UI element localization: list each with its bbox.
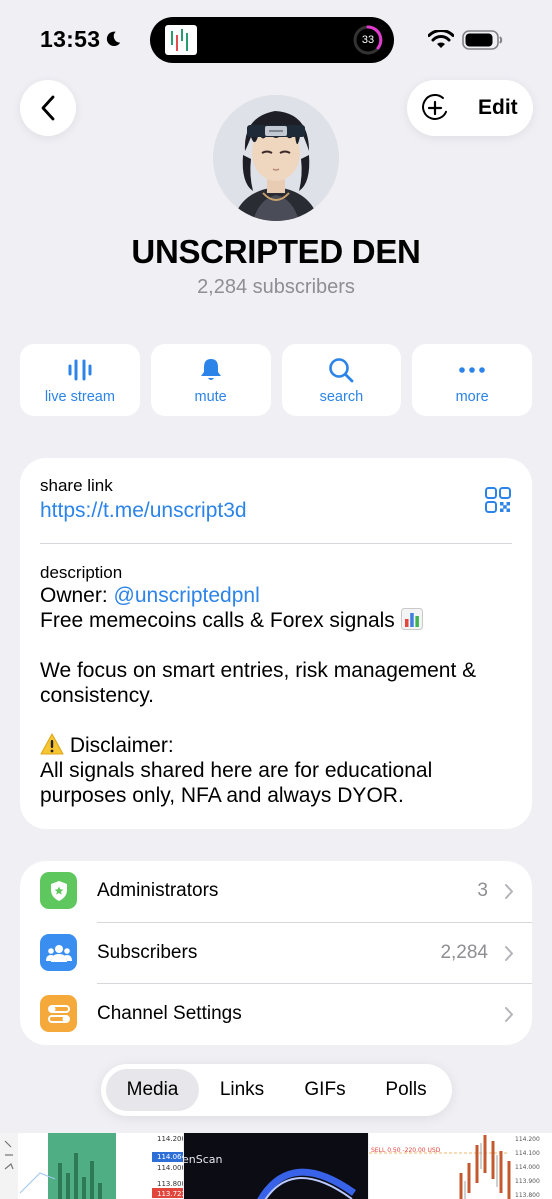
disclaimer-text: All signals shared here are for educatio…	[40, 759, 433, 807]
action-bar: live stream mute search more	[20, 344, 532, 416]
live-stream-icon	[68, 359, 92, 381]
price-label: 114.200	[157, 1135, 183, 1143]
subscribers-row[interactable]: Subscribers 2,284	[20, 923, 532, 984]
order-label: SELL 0.50 -220.00 USD	[371, 1147, 441, 1154]
description-label: description	[40, 563, 123, 582]
chevron-right-icon	[505, 1007, 513, 1022]
mute-button[interactable]: mute	[150, 344, 271, 416]
channel-avatar[interactable]	[213, 95, 339, 221]
status-bar: 13:53 33	[0, 0, 552, 80]
more-dots-icon	[459, 367, 485, 373]
price-label: 114.100	[515, 1150, 540, 1157]
subscribers-label: Subscribers	[97, 942, 198, 963]
tab-gifs[interactable]: GIFs	[285, 1069, 365, 1111]
avatar-illustration	[213, 95, 339, 221]
price-label: 113.800	[515, 1192, 540, 1199]
tab-media[interactable]: Media	[106, 1069, 199, 1111]
live-stream-button[interactable]: live stream	[20, 344, 140, 416]
battery-icon	[462, 30, 503, 50]
price-label: 114.064	[157, 1153, 183, 1161]
chevron-left-icon	[41, 95, 55, 121]
media-thumbnail[interactable]: SELL 0.50 -220.00 USD 114.200 114.100 11…	[369, 1133, 552, 1199]
people-icon	[40, 934, 77, 971]
price-label: 113.900	[515, 1178, 540, 1185]
more-button[interactable]: more	[412, 344, 532, 416]
search-icon	[329, 358, 354, 383]
media-thumbnail-text: enScan	[184, 1153, 223, 1166]
search-button[interactable]: search	[281, 344, 402, 416]
wifi-icon	[428, 30, 454, 48]
live-stream-label: live stream	[44, 389, 115, 405]
subscribers-count: 2,284	[440, 942, 488, 963]
media-tabs: Media Links GIFs Polls	[101, 1064, 452, 1116]
chevron-right-icon	[505, 884, 513, 899]
administrators-count: 3	[477, 880, 488, 901]
owner-mention-link[interactable]: @unscriptedpnl	[114, 584, 260, 607]
media-thumbnail[interactable]: 114.200 114.064 114.000 113.800 113.723	[0, 1133, 183, 1199]
channel-settings-list: Administrators 3 Subscribers 2,284 Chann…	[20, 861, 532, 1045]
bell-icon	[200, 359, 221, 380]
channel-settings-label: Channel Settings	[97, 1003, 242, 1024]
share-link[interactable]: https://t.me/unscript3d	[40, 499, 247, 523]
media-grid: 114.200 114.064 114.000 113.800 113.723 …	[0, 1133, 552, 1199]
mute-label: mute	[194, 389, 227, 405]
chevron-right-icon	[505, 946, 513, 961]
status-time: 13:53	[40, 26, 101, 52]
warning-emoji-icon	[40, 733, 64, 755]
description-calls-line: Free memecoins calls & Forex signals	[40, 609, 395, 632]
channel-title: UNSCRIPTED DEN	[131, 233, 421, 270]
more-label: more	[455, 389, 489, 405]
edit-button[interactable]: Edit	[478, 96, 518, 120]
media-thumbnail[interactable]: enScan	[184, 1133, 368, 1199]
tab-links[interactable]: Links	[202, 1069, 282, 1111]
price-label: 114.000	[515, 1164, 540, 1171]
description-text: Owner: @unscriptedpnl Free memecoins cal…	[40, 583, 520, 808]
moon-icon	[106, 31, 121, 47]
price-label: 113.800	[157, 1180, 183, 1188]
live-activity-count: 33	[361, 34, 375, 46]
add-story-icon[interactable]	[421, 94, 449, 122]
bar-chart-emoji-icon	[400, 608, 423, 630]
price-label: 114.200	[515, 1136, 540, 1143]
share-link-label: share link	[40, 476, 113, 495]
owner-prefix: Owner:	[40, 584, 114, 607]
info-divider	[40, 543, 512, 544]
header-actions: Edit	[407, 80, 533, 136]
search-label: search	[319, 389, 364, 405]
price-label: 113.723	[157, 1190, 183, 1198]
channel-settings-row[interactable]: Channel Settings	[20, 984, 532, 1045]
sliders-icon	[40, 995, 77, 1032]
channel-info-card: share link https://t.me/unscript3d descr…	[20, 458, 532, 829]
dynamic-island[interactable]: 33	[150, 17, 394, 63]
administrators-label: Administrators	[97, 880, 219, 901]
description-focus-line: We focus on smart entries, risk manageme…	[40, 659, 477, 707]
shield-star-icon	[40, 872, 77, 909]
live-activity-thumbnail	[165, 25, 197, 55]
disclaimer-title: Disclaimer:	[69, 734, 174, 757]
tab-polls[interactable]: Polls	[368, 1069, 444, 1111]
qr-code-icon[interactable]	[484, 486, 512, 514]
price-label: 114.000	[157, 1164, 183, 1172]
back-button[interactable]	[20, 80, 76, 136]
administrators-row[interactable]: Administrators 3	[20, 861, 532, 922]
subscriber-count: 2,284 subscribers	[197, 276, 355, 298]
